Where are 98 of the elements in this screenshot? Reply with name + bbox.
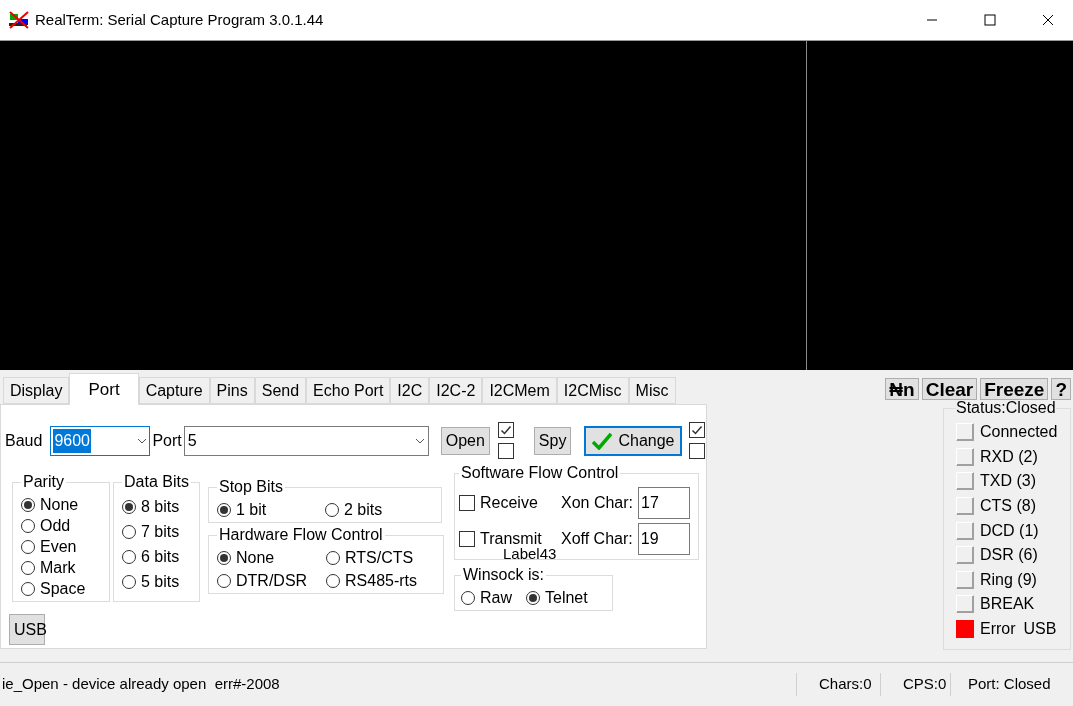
tab[interactable]: Misc xyxy=(628,377,676,404)
radio-label: 8 bits xyxy=(141,496,180,517)
status-label: Error xyxy=(980,619,1016,640)
radio-button[interactable] xyxy=(21,560,35,575)
toolbar-button[interactable]: Clear xyxy=(921,378,978,400)
status-extra: USB xyxy=(1023,619,1057,640)
radio-label: None xyxy=(236,547,275,568)
radio-button[interactable] xyxy=(122,549,136,564)
tab[interactable]: I2CMem xyxy=(482,377,557,404)
toolbar-button[interactable]: ₦n xyxy=(885,378,919,400)
tab[interactable]: I2CMisc xyxy=(556,377,629,404)
status-label: DCD (1) xyxy=(980,520,1039,541)
status-label: TXD (3) xyxy=(980,471,1036,492)
radio-button[interactable] xyxy=(325,502,339,517)
toolbar-button[interactable]: ? xyxy=(1051,378,1071,400)
radio-label: Telnet xyxy=(545,587,588,608)
chars-count: Chars:0 xyxy=(796,673,880,696)
char-field[interactable]: 17 xyxy=(638,487,691,519)
tab[interactable]: I2C-2 xyxy=(429,377,483,404)
char-label: Xoff Char: xyxy=(561,529,633,549)
radio-button[interactable] xyxy=(526,590,540,605)
baud-value: 9600 xyxy=(53,428,91,453)
radio-label: 2 bits xyxy=(344,499,383,520)
radio-button[interactable] xyxy=(122,574,136,589)
radio-label: 5 bits xyxy=(141,571,180,592)
radio-label: None xyxy=(40,494,79,515)
checkbox[interactable] xyxy=(459,531,475,547)
radio-button[interactable] xyxy=(217,550,231,565)
tab[interactable]: Port xyxy=(69,373,139,405)
baud-combobox[interactable]: 9600 xyxy=(50,425,151,456)
baud-label: Baud xyxy=(5,430,43,451)
button[interactable]: Spy xyxy=(533,426,572,455)
toolbar-button[interactable]: Freeze xyxy=(980,378,1049,400)
radio-label: Mark xyxy=(40,557,76,578)
status-label: DSR (6) xyxy=(980,545,1038,566)
group-title: Winsock is: xyxy=(462,565,545,585)
checkbox-label: Receive xyxy=(480,493,539,513)
char-label: Xon Char: xyxy=(561,493,634,513)
tab[interactable]: I2C xyxy=(390,377,430,404)
close-icon[interactable] xyxy=(1042,14,1054,26)
radio-button[interactable] xyxy=(21,518,35,533)
status-label: Ring (9) xyxy=(980,569,1037,590)
port-label: Port xyxy=(152,430,182,451)
dropdown-icon xyxy=(414,437,425,444)
radio-label: Odd xyxy=(40,515,71,536)
group-title: Status:Closed xyxy=(956,398,1056,418)
radio-label: Even xyxy=(40,536,77,557)
maximize-icon[interactable] xyxy=(984,14,996,26)
button[interactable]: Open xyxy=(440,426,490,455)
radio-label: Space xyxy=(40,578,86,599)
group-title: Hardware Flow Control xyxy=(218,525,384,545)
radio-label: RS485-rts xyxy=(345,570,418,591)
radio-label: RTS/CTS xyxy=(345,547,414,568)
dropdown-icon xyxy=(137,437,148,444)
tab[interactable]: Echo Port xyxy=(306,377,391,404)
char-field[interactable]: 19 xyxy=(637,523,690,555)
radio-button[interactable] xyxy=(326,573,340,588)
tab[interactable]: Pins xyxy=(209,377,255,404)
checkbox[interactable] xyxy=(497,422,514,438)
checkbox[interactable] xyxy=(689,443,706,459)
tab[interactable]: Capture xyxy=(138,377,210,404)
group-title: Stop Bits xyxy=(218,477,285,497)
cps-count: CPS:0 xyxy=(880,673,950,696)
app-icon xyxy=(8,11,30,29)
change-button[interactable]: Change xyxy=(584,425,683,456)
button[interactable]: USB xyxy=(9,614,45,645)
checkbox[interactable] xyxy=(497,443,514,459)
checkmark-icon xyxy=(592,431,613,450)
port-status: Port: Closed xyxy=(950,673,1073,696)
radio-button[interactable] xyxy=(326,550,340,565)
port-value: 5 xyxy=(187,430,197,451)
radio-button[interactable] xyxy=(21,581,35,596)
radio-label: DTR/DSR xyxy=(236,570,308,591)
status-label: Connected xyxy=(980,422,1058,443)
radio-button[interactable] xyxy=(122,524,136,539)
window-title: RealTerm: Serial Capture Program 3.0.1.44 xyxy=(35,9,324,30)
status-message: ie_Open - device already open err#-2008 xyxy=(1,674,281,695)
status-label: CTS (8) xyxy=(980,496,1036,517)
tab[interactable]: Display xyxy=(3,377,70,404)
group-title: Data Bits xyxy=(123,472,190,492)
checkbox[interactable] xyxy=(459,495,475,511)
status-label: RXD (2) xyxy=(980,446,1038,467)
radio-label: 6 bits xyxy=(141,546,180,567)
port-combobox[interactable]: 5 xyxy=(183,425,429,456)
radio-label: 7 bits xyxy=(141,521,180,542)
radio-button[interactable] xyxy=(461,590,475,605)
radio-button[interactable] xyxy=(21,497,35,512)
status-label: BREAK xyxy=(980,594,1035,615)
radio-button[interactable] xyxy=(217,573,231,588)
tab[interactable]: Send xyxy=(254,377,307,404)
radio-label: Raw xyxy=(480,587,512,608)
radio-button[interactable] xyxy=(122,499,136,514)
radio-button[interactable] xyxy=(217,502,231,517)
radio-button[interactable] xyxy=(21,539,35,554)
group-title: Software Flow Control xyxy=(460,463,620,483)
radio-label: 1 bit xyxy=(236,499,267,520)
group-title: Parity xyxy=(22,472,65,492)
checkbox[interactable] xyxy=(689,422,706,438)
